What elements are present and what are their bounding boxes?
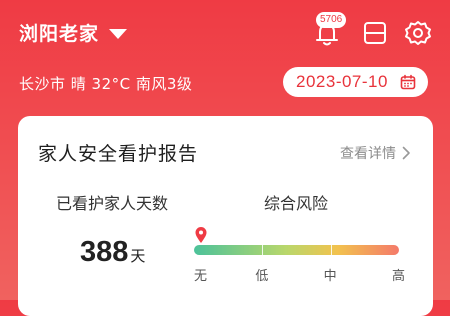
care-days-number: 388 <box>80 236 129 268</box>
view-details-link[interactable]: 查看详情 <box>340 143 411 163</box>
report-title: 家人安全看护报告 <box>38 143 199 165</box>
settings-button[interactable] <box>403 18 433 48</box>
notification-badge: 5706 <box>316 12 347 28</box>
risk-gradient-bar <box>194 245 399 255</box>
location-pin-icon <box>195 227 207 243</box>
date-picker[interactable]: 2023-07-10 <box>283 67 428 97</box>
risk-level-none: 无 <box>194 269 208 284</box>
care-days-value: 388 天 <box>80 236 145 269</box>
gear-icon <box>405 21 431 45</box>
card-switch-button[interactable] <box>360 18 390 48</box>
view-details-label: 查看详情 <box>340 146 396 162</box>
risk-tick <box>331 245 332 255</box>
care-days-unit: 天 <box>130 247 146 265</box>
safety-report-card: 家人安全看护报告 查看详情 已看护家人天数 综合风险 388 天 无 低 中 高 <box>18 116 433 316</box>
card-icon <box>364 22 386 44</box>
date-text: 2023-07-10 <box>296 72 388 91</box>
overall-risk-label: 综合风险 <box>264 194 329 213</box>
chevron-right-icon <box>402 146 410 160</box>
risk-level-high: 高 <box>392 269 406 284</box>
care-days-label: 已看护家人天数 <box>56 194 169 213</box>
location-name: 浏阳老家 <box>19 23 100 45</box>
location-selector[interactable]: 浏阳老家 <box>19 19 128 46</box>
risk-level-low: 低 <box>255 269 269 284</box>
risk-level-medium: 中 <box>323 269 337 284</box>
weather-info: 长沙市 晴 32°C 南风3级 <box>19 75 193 93</box>
top-bar: 浏阳老家 5706 <box>0 0 450 62</box>
risk-tick <box>262 245 263 255</box>
risk-meter: 无 低 中 高 <box>194 226 424 286</box>
calendar-icon <box>400 74 416 90</box>
chevron-down-icon <box>109 28 128 39</box>
